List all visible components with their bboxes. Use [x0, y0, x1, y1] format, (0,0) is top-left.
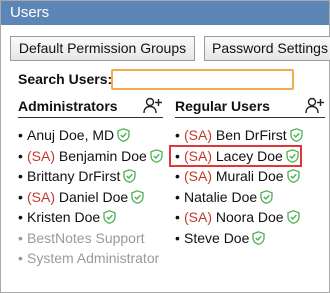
verified-shield-icon	[252, 230, 266, 245]
bullet: •	[175, 209, 180, 225]
user-name: Ben DrFirst	[215, 127, 287, 143]
bullet: •	[175, 127, 180, 143]
default-permission-groups-button[interactable]: Default Permission Groups	[10, 36, 195, 61]
add-administrator-icon[interactable]	[143, 97, 163, 115]
regular-users-header: Regular Users	[175, 97, 325, 118]
user-name: BestNotes Support	[27, 229, 145, 246]
super-admin-prefix: (SA)	[184, 168, 212, 184]
administrators-section: Administrators • Anuj Doe, MD • (SA) Benjam…	[18, 97, 163, 269]
super-admin-prefix: (SA)	[27, 147, 55, 164]
user-list-item[interactable]: • (SA) Benjamin Doe	[18, 146, 163, 167]
super-admin-prefix: (SA)	[184, 209, 212, 225]
window-title: Users	[1, 1, 329, 25]
verified-shield-icon	[150, 148, 163, 163]
search-users-input[interactable]	[111, 69, 294, 90]
verified-shield-icon	[286, 168, 300, 183]
administrators-list: • Anuj Doe, MD • (SA) Benjamin Doe • Brittany…	[18, 125, 163, 269]
user-list-item[interactable]: • (SA) Ben DrFirst	[175, 125, 325, 146]
settings-button-bar: Default Permission Groups Password Setti…	[10, 36, 330, 61]
search-label: Search Users:	[18, 71, 113, 87]
add-regular-user-icon[interactable]	[305, 97, 325, 115]
user-name: Lacey Doe	[215, 147, 283, 164]
user-name: Daniel Doe	[58, 188, 129, 205]
user-name: System Administrator	[27, 250, 160, 266]
user-name: Steve Doe	[184, 229, 250, 246]
bullet: •	[175, 168, 180, 184]
verified-shield-icon	[103, 209, 116, 224]
user-list-item[interactable]: • Anuj Doe, MD	[18, 125, 163, 146]
bullet: •	[175, 147, 180, 164]
user-name: Anuj Doe, MD	[27, 127, 115, 143]
verified-shield-icon	[123, 168, 136, 183]
regular-users-section: Regular Users • (SA) Ben DrFirst • (SA) Lac…	[169, 97, 325, 249]
bullet: •	[18, 168, 23, 184]
user-list-item[interactable]: • Kristen Doe	[18, 207, 163, 228]
verified-shield-icon	[286, 148, 299, 163]
verified-shield-icon	[286, 209, 300, 224]
bullet: •	[18, 127, 23, 143]
user-name: Benjamin Doe	[58, 147, 147, 164]
user-list-item[interactable]: • (SA) Daniel Doe	[18, 187, 163, 208]
super-admin-prefix: (SA)	[184, 127, 212, 143]
user-list-item[interactable]: • Brittany DrFirst	[18, 166, 163, 187]
user-list-item[interactable]: • (SA) Lacey Doe	[169, 144, 325, 167]
administrators-title: Administrators	[18, 98, 118, 114]
password-settings-button[interactable]: Password Settings	[204, 36, 330, 61]
bullet: •	[18, 147, 23, 164]
bullet: •	[175, 229, 180, 246]
super-admin-prefix: (SA)	[27, 188, 55, 205]
user-name: Natalie Doe	[184, 188, 258, 205]
user-name: Noora Doe	[215, 209, 284, 225]
bullet: •	[18, 209, 23, 225]
user-list-item[interactable]: • (SA) Murali Doe	[175, 166, 325, 187]
users-window: Users Default Permission Groups Password…	[0, 0, 330, 293]
bullet: •	[18, 188, 23, 205]
user-name: Murali Doe	[215, 168, 284, 184]
bullet: •	[18, 250, 23, 266]
user-list-item[interactable]: • (SA) Noora Doe	[175, 207, 325, 228]
bullet: •	[175, 188, 180, 205]
user-list-item[interactable]: • Natalie Doe	[175, 187, 325, 208]
user-list-item: • BestNotes Support	[18, 228, 163, 249]
user-list-item: • System Administrator	[18, 248, 163, 269]
super-admin-prefix: (SA)	[184, 147, 212, 164]
verified-shield-icon	[260, 189, 273, 204]
verified-shield-icon	[117, 127, 130, 142]
verified-shield-icon	[131, 189, 144, 204]
user-name: Kristen Doe	[27, 209, 101, 225]
user-list-item[interactable]: • Steve Doe	[175, 228, 325, 249]
user-name: Brittany DrFirst	[27, 168, 121, 184]
bullet: •	[18, 229, 23, 246]
verified-shield-icon	[290, 127, 303, 142]
administrators-header: Administrators	[18, 97, 163, 118]
regular-users-title: Regular Users	[175, 98, 270, 114]
regular-users-list: • (SA) Ben DrFirst • (SA) Lacey Doe • (SA) Mu…	[169, 125, 325, 249]
